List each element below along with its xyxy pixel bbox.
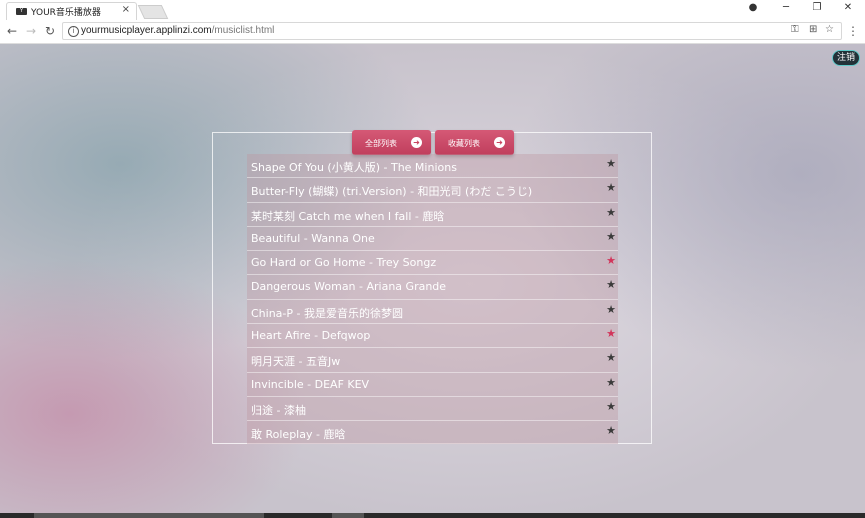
song-title: Invincible - DEAF KEV [251, 377, 370, 391]
url-host: yourmusicplayer.applinzi.com [81, 25, 212, 36]
star-icon[interactable]: ★ [606, 376, 616, 389]
window-close-icon[interactable]: ✕ [839, 2, 857, 13]
star-icon[interactable]: ★ [606, 206, 616, 219]
minimize-icon[interactable]: ─ [777, 2, 795, 13]
favorite-star-icon[interactable]: ★ [606, 327, 616, 340]
song-row[interactable]: 敢 Roleplay - 鹿晗 ★ [247, 421, 618, 444]
song-row[interactable]: Beautiful - Wanna One ★ [247, 227, 618, 252]
song-title: Shape Of You (小黄人版) - The Minions [251, 161, 457, 174]
song-row[interactable]: 某时某刻 Catch me when I fall - 鹿晗 ★ [247, 203, 618, 227]
profile-icon[interactable]: ● [744, 2, 762, 13]
key-icon[interactable]: ⚿ [791, 24, 799, 35]
song-title: Heart Afire - Defqwop [251, 329, 371, 343]
song-row[interactable]: Invincible - DEAF KEV ★ [247, 373, 618, 397]
tab-strip: Y YOUR音乐播放器 × ● ─ ❐ ✕ [0, 0, 865, 20]
star-icon[interactable]: ★ [606, 181, 616, 194]
browser-menu-icon[interactable]: ⋮ [846, 24, 860, 38]
song-row[interactable]: Dangerous Woman - Ariana Grande ★ [247, 275, 618, 300]
music-panel: 全部列表 ➜ 收藏列表 ➜ Shape Of You (小黄人版) - The … [212, 130, 652, 444]
star-icon[interactable]: ★ [606, 351, 616, 364]
star-icon[interactable]: ★ [606, 278, 616, 291]
song-row[interactable]: 归途 - 漆柚 ★ [247, 397, 618, 422]
tab-close-icon[interactable]: × [122, 4, 130, 15]
url-path: /musiclist.html [211, 25, 275, 36]
favorites-list-label: 收藏列表 [448, 139, 480, 148]
all-list-button[interactable]: 全部列表 ➜ [352, 130, 431, 155]
back-icon[interactable]: ← [5, 24, 19, 38]
song-title: China-P - 我是爱音乐的徐梦圆 [251, 306, 403, 320]
star-icon[interactable]: ★ [606, 424, 616, 437]
star-icon[interactable]: ★ [606, 400, 616, 413]
song-title: Butter-Fly (蝴蝶) (tri.Version) - 和田光司 (わだ… [251, 185, 533, 199]
song-row[interactable]: 明月天涯 - 五音Jw ★ [247, 348, 618, 373]
address-bar[interactable]: i yourmusicplayer.applinzi.com/musiclist… [62, 22, 842, 40]
star-icon[interactable]: ★ [606, 230, 616, 243]
song-row[interactable]: Butter-Fly (蝴蝶) (tri.Version) - 和田光司 (わだ… [247, 178, 618, 203]
song-title: 某时某刻 Catch me when I fall - 鹿晗 [251, 209, 445, 223]
song-title: Dangerous Woman - Ariana Grande [251, 280, 447, 294]
star-icon[interactable]: ★ [606, 303, 616, 316]
song-title: 敢 Roleplay - 鹿晗 [251, 428, 346, 442]
arrow-right-icon: ➜ [411, 137, 422, 148]
tab-title: YOUR音乐播放器 [31, 8, 101, 18]
browser-toolbar: ← → ↻ i yourmusicplayer.applinzi.com/mus… [0, 20, 865, 44]
bookmark-star-icon[interactable]: ☆ [825, 24, 834, 35]
song-row[interactable]: Heart Afire - Defqwop ★ [247, 324, 618, 349]
url-text[interactable]: yourmusicplayer.applinzi.com/musiclist.h… [81, 25, 274, 36]
song-row[interactable]: Go Hard or Go Home - Trey Songz ★ [247, 251, 618, 276]
star-icon[interactable]: ★ [606, 157, 616, 170]
browser-tab[interactable]: Y YOUR音乐播放器 × [6, 2, 137, 20]
site-favicon-icon: Y [16, 8, 27, 15]
song-row[interactable]: China-P - 我是爱音乐的徐梦圆 ★ [247, 300, 618, 325]
forward-icon[interactable]: → [24, 24, 38, 38]
site-info-icon[interactable]: i [68, 26, 79, 37]
page-background: 注销 全部列表 ➜ 收藏列表 ➜ Shape Of You (小黄人版) - T… [0, 44, 865, 513]
reload-icon[interactable]: ↻ [43, 24, 57, 38]
song-title: Go Hard or Go Home - Trey Songz [251, 256, 437, 270]
translate-icon[interactable]: ⊞ [809, 24, 817, 35]
song-title: 归途 - 漆柚 [251, 403, 306, 417]
song-title: 明月天涯 - 五音Jw [251, 355, 341, 369]
restore-icon[interactable]: ❐ [808, 2, 826, 13]
logout-button[interactable]: 注销 [831, 50, 860, 66]
song-title: Beautiful - Wanna One [251, 231, 375, 245]
new-tab-button[interactable] [137, 5, 169, 19]
favorites-list-button[interactable]: 收藏列表 ➜ [435, 130, 514, 155]
arrow-right-icon: ➜ [494, 137, 505, 148]
song-row[interactable]: Shape Of You (小黄人版) - The Minions ★ [247, 154, 618, 179]
all-list-label: 全部列表 [365, 139, 397, 148]
favorite-star-icon[interactable]: ★ [606, 254, 616, 267]
song-list: Shape Of You (小黄人版) - The Minions ★ Butter… [247, 154, 618, 444]
taskbar-strip [0, 513, 865, 518]
